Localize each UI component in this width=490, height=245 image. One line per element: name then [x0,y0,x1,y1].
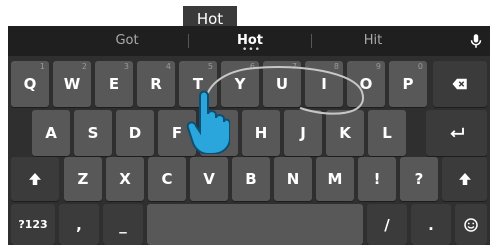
key-label: , [76,215,82,234]
key-b[interactable]: B [232,157,270,201]
key-v[interactable]: V [190,157,228,201]
key-x[interactable]: X [106,157,144,201]
backspace-key[interactable] [433,61,487,107]
key-label: M [327,170,343,188]
key-u[interactable]: U7 [263,61,301,107]
key-label: X [119,170,131,188]
soft-keyboard: Got Hot ••• Hit Q1 W2 E3 R4 T5 Y6 U7 I8 … [8,26,490,245]
key-label: U [275,75,289,93]
key-label: S [87,124,99,142]
key-label: I [321,75,327,93]
key-label: C [161,170,173,188]
underscore-key[interactable]: _ [103,204,143,245]
key-hint: 0 [417,62,423,71]
key-exclamation[interactable]: ! [358,157,396,201]
key-o[interactable]: O9 [347,61,385,107]
slash-key[interactable]: / [367,204,407,245]
key-e[interactable]: E3 [95,61,133,107]
key-q[interactable]: Q1 [11,61,49,107]
key-label: R [150,75,162,93]
key-label: P [402,75,414,93]
key-label: F [171,124,183,142]
microphone-icon[interactable] [467,32,485,50]
key-l[interactable]: L [368,110,406,156]
shift-key-right[interactable] [442,157,487,201]
key-k[interactable]: K [326,110,364,156]
hand-pointer-icon [186,90,230,154]
backspace-icon [452,78,467,90]
key-i[interactable]: I8 [305,61,343,107]
emoji-key[interactable] [455,204,487,245]
key-w[interactable]: W2 [53,61,91,107]
enter-icon [449,127,464,138]
key-d[interactable]: D [116,110,154,156]
key-label: E [108,75,120,93]
key-label: D [128,124,142,142]
key-label: ? [414,170,424,188]
key-label: Y [234,75,246,93]
key-label: V [203,170,215,188]
key-label: _ [119,215,127,234]
key-label: ?123 [18,218,48,231]
key-label: Z [77,170,89,188]
key-label: K [339,124,351,142]
spacebar[interactable] [147,204,363,245]
suggestion-strip: Got Hot ••• Hit [8,26,490,56]
key-z[interactable]: Z [64,157,102,201]
key-label: O [359,75,373,93]
key-hint: 1 [39,62,45,71]
key-label: W [63,75,81,93]
key-hint: 8 [333,62,339,71]
key-label: / [384,215,390,234]
key-p[interactable]: P0 [389,61,427,107]
period-key[interactable]: . [411,204,451,245]
key-c[interactable]: C [148,157,186,201]
key-label: ! [373,170,381,188]
shift-key-left[interactable] [11,157,59,201]
key-label: N [286,170,300,188]
emoji-icon [464,217,478,232]
key-n[interactable]: N [274,157,312,201]
symbols-key[interactable]: ?123 [11,204,55,245]
key-label: H [254,124,268,142]
key-hint: 2 [81,62,87,71]
key-label: B [245,170,257,188]
key-hint: 4 [165,62,171,71]
key-label: Q [23,75,37,93]
key-r[interactable]: R4 [137,61,175,107]
key-s[interactable]: S [74,110,112,156]
key-hint: 6 [249,62,255,71]
key-hint: 7 [291,62,297,71]
key-question[interactable]: ? [400,157,438,201]
key-label: L [382,124,392,142]
key-label: A [45,124,57,142]
key-label: . [428,215,434,234]
key-m[interactable]: M [316,157,354,201]
key-h[interactable]: H [242,110,280,156]
enter-key[interactable] [426,110,487,156]
key-label: J [300,124,306,142]
shift-icon [458,173,471,185]
key-hint: 5 [207,62,213,71]
shift-icon [29,173,41,185]
key-hint: 3 [123,62,129,71]
key-a[interactable]: A [32,110,70,156]
suggestion-more-dots: ••• [242,45,261,55]
suggestion-left[interactable]: Got [66,26,188,56]
suggestion-right[interactable]: Hit [312,26,434,56]
key-hint: 9 [375,62,381,71]
comma-key[interactable]: , [59,204,99,245]
key-j[interactable]: J [284,110,322,156]
